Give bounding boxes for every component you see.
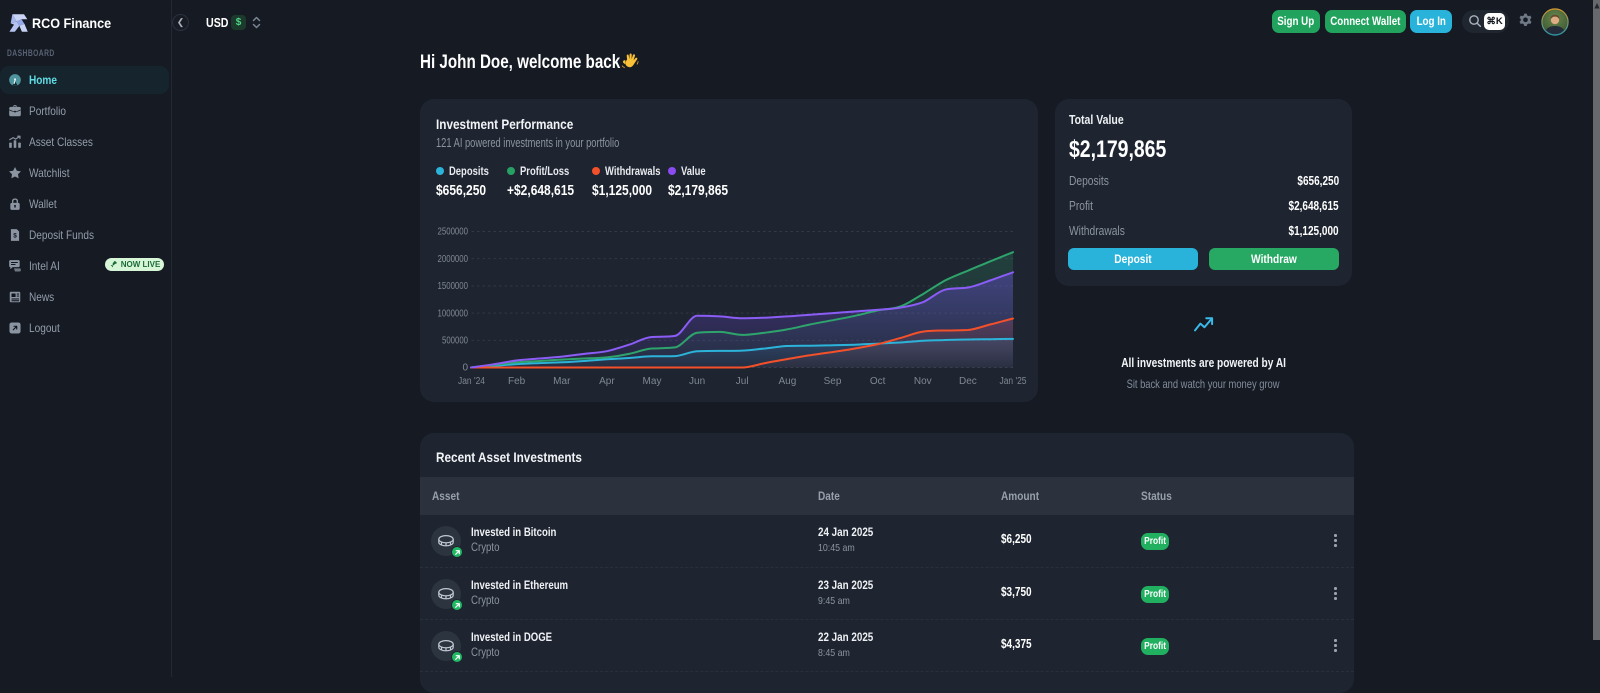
svg-text:500000: 500000 <box>442 336 468 347</box>
svg-text:Jan '25: Jan '25 <box>1000 376 1027 387</box>
svg-text:Jul: Jul <box>736 376 749 387</box>
svg-text:2000000: 2000000 <box>438 254 469 265</box>
svg-text:Oct: Oct <box>870 376 886 387</box>
svg-text:1000000: 1000000 <box>438 308 469 319</box>
svg-text:Feb: Feb <box>508 376 526 387</box>
svg-text:1500000: 1500000 <box>438 281 469 292</box>
svg-text:Mar: Mar <box>553 376 571 387</box>
svg-text:2500000: 2500000 <box>438 227 469 238</box>
svg-text:Aug: Aug <box>779 376 797 387</box>
svg-text:Dec: Dec <box>959 376 977 387</box>
svg-text:0: 0 <box>462 363 468 374</box>
svg-text:Jun: Jun <box>689 376 705 387</box>
svg-text:Sep: Sep <box>824 376 842 387</box>
svg-text:$: $ <box>13 233 17 240</box>
svg-text:May: May <box>643 376 662 387</box>
svg-text:Jan '24: Jan '24 <box>458 376 485 387</box>
svg-text:Apr: Apr <box>599 376 615 387</box>
svg-text:Nov: Nov <box>914 376 932 387</box>
